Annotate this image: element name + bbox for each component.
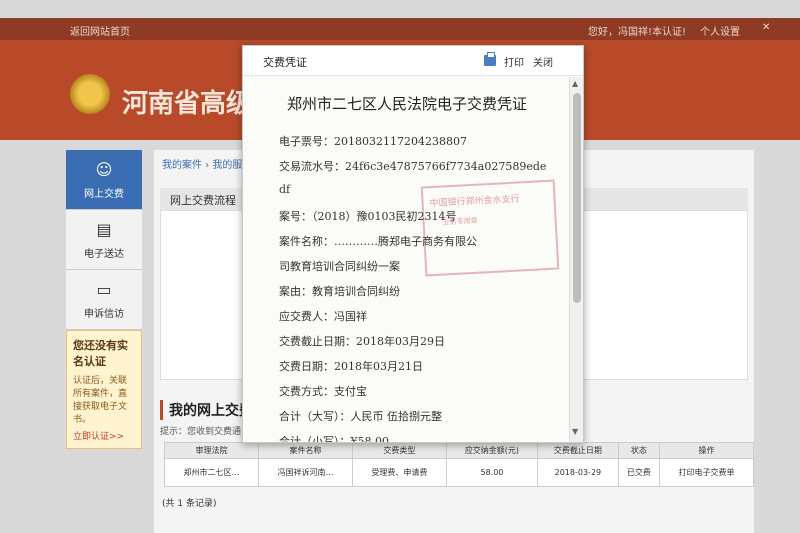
sidebar-item-petition[interactable]: ▭ 申诉信访 [66, 270, 142, 330]
close-button[interactable]: 关闭 [533, 54, 553, 69]
sidebar: ☺ 网上交费 ▤ 电子送达 ▭ 申诉信访 您还没有实名认证 认证后，关联所有案件… [66, 150, 142, 449]
voucher-line: 交易流水号：24f6c3e47875766f7734a027589ede [279, 160, 547, 173]
scroll-thumb[interactable] [573, 93, 581, 303]
voucher-line: 电子票号：20180321172042388​07 [279, 135, 467, 148]
voucher-line: 交费日期：2018年03月21日 [279, 360, 423, 373]
col-header[interactable]: 状态 [617, 442, 660, 459]
voucher-line: 合计（大写）：人民币 伍拾捌元整 [279, 410, 442, 423]
col-header: 交费截止日期 [536, 442, 619, 459]
voucher-line: 应交费人：冯国祥 [279, 310, 367, 323]
verify-notice-title: 您还没有实名认证 [73, 339, 128, 368]
table-row: 郑州市二七区… 冯国祥诉河南… 受理费、申请费 58.00 2018-03-29… [164, 458, 755, 487]
voucher-line: 合计（小写）：¥58.00 [279, 435, 389, 443]
close-icon[interactable]: ✕ [762, 22, 770, 33]
scroll-down-icon[interactable]: ▼ [572, 427, 578, 436]
col-header: 操作 [658, 442, 755, 459]
verify-notice-text: 认证后，关联所有案件，直接获取电子文书。 [73, 376, 128, 425]
settings-link[interactable]: 个人设置 [700, 23, 740, 38]
sidebar-item-payment[interactable]: ☺ 网上交费 [66, 150, 142, 210]
court-title: 河南省高级 [122, 89, 253, 119]
table-cell: 冯国祥诉河南… [257, 458, 353, 487]
voucher-line: 交费截止日期：2018年03月29日 [279, 335, 445, 348]
voucher-line: 案件名称：…………腾郑电子商务有限公 [279, 235, 477, 248]
status-badge: 已交费 [617, 458, 660, 487]
col-header: 交费类型 [351, 442, 447, 459]
table-cell: 2018-03-29 [536, 458, 619, 487]
record-count: (共 1 条记录) [162, 499, 217, 509]
my-payments-title: 我的网上交费 [160, 400, 253, 420]
print-button[interactable]: 打印 [504, 54, 524, 69]
stamp-line: 中国银行郑州金水支行 [429, 194, 520, 210]
modal-scrollbar[interactable]: ▲ ▼ [569, 77, 583, 442]
voucher-modal: 交费凭证 打印 关闭 郑州市二七区人民法院电子交费凭证 中国银行郑州金水支行 业… [242, 45, 584, 443]
screen: 返回网站首页 您好，冯国祥!本认证! 个人设置 ✕ 河南省高级 ☺ 网上交费 ▤… [0, 0, 800, 533]
breadcrumb[interactable]: 我的案件 › 我的服 [162, 156, 242, 171]
document-icon: ▤ [96, 220, 112, 239]
top-bar: 返回网站首页 您好，冯国祥!本认证! 个人设置 ✕ [0, 18, 800, 40]
table-cell: 58.00 [445, 458, 538, 487]
payment-hint: 提示：您收到交费通 [160, 427, 242, 437]
voucher-body: 郑州市二七区人民法院电子交费凭证 中国银行郑州金水支行 业务专用章 电子票号：2… [243, 77, 569, 443]
message-icon: ▭ [96, 280, 112, 299]
col-header: 案件名称 [257, 442, 353, 459]
court-emblem-icon [70, 74, 110, 114]
table-header-row: 审理法院 案件名称 交费类型 应交纳金额(元) 交费截止日期 状态 操作 [164, 442, 755, 459]
sidebar-item-label: 电子送达 [84, 249, 124, 260]
voucher-line: 司教育培训合同纠纷一案 [279, 260, 400, 273]
voucher-line: 案由：教育培训合同纠纷 [279, 285, 400, 298]
print-icon[interactable] [484, 52, 496, 66]
sidebar-item-label: 申诉信访 [84, 309, 124, 320]
table-cell: 受理费、申请费 [351, 458, 447, 487]
sidebar-item-delivery[interactable]: ▤ 电子送达 [66, 210, 142, 270]
scroll-up-icon[interactable]: ▲ [572, 79, 578, 88]
col-header: 应交纳金额(元) [445, 442, 538, 459]
modal-header: 交费凭证 打印 关闭 [243, 46, 583, 76]
voucher-line: 交费方式：支付宝 [279, 385, 367, 398]
table-cell: 郑州市二七区… [164, 458, 259, 487]
verify-notice: 您还没有实名认证 认证后，关联所有案件，直接获取电子文书。 立即认证>> [66, 330, 142, 449]
voucher-title: 郑州市二七区人民法院电子交费凭证 [287, 95, 528, 113]
modal-title: 交费凭证 [263, 56, 307, 69]
user-icon: ☺ [95, 160, 113, 179]
voucher-line: df [279, 183, 291, 196]
verify-link[interactable]: 立即认证>> [73, 429, 135, 442]
payment-table: 审理法院 案件名称 交费类型 应交纳金额(元) 交费截止日期 状态 操作 郑州市… [164, 442, 755, 487]
voucher-line: 案号：（2018）豫0103民初2314号 [279, 210, 457, 223]
sidebar-item-label: 网上交费 [84, 189, 124, 200]
user-greeting[interactable]: 您好，冯国祥!本认证! [588, 23, 686, 38]
bank-stamp: 中国银行郑州金水支行 业务专用章 [420, 179, 560, 277]
col-header: 审理法院 [164, 442, 259, 459]
home-link[interactable]: 返回网站首页 [70, 23, 130, 38]
print-receipt-link[interactable]: 打印电子交费单 [658, 458, 755, 487]
